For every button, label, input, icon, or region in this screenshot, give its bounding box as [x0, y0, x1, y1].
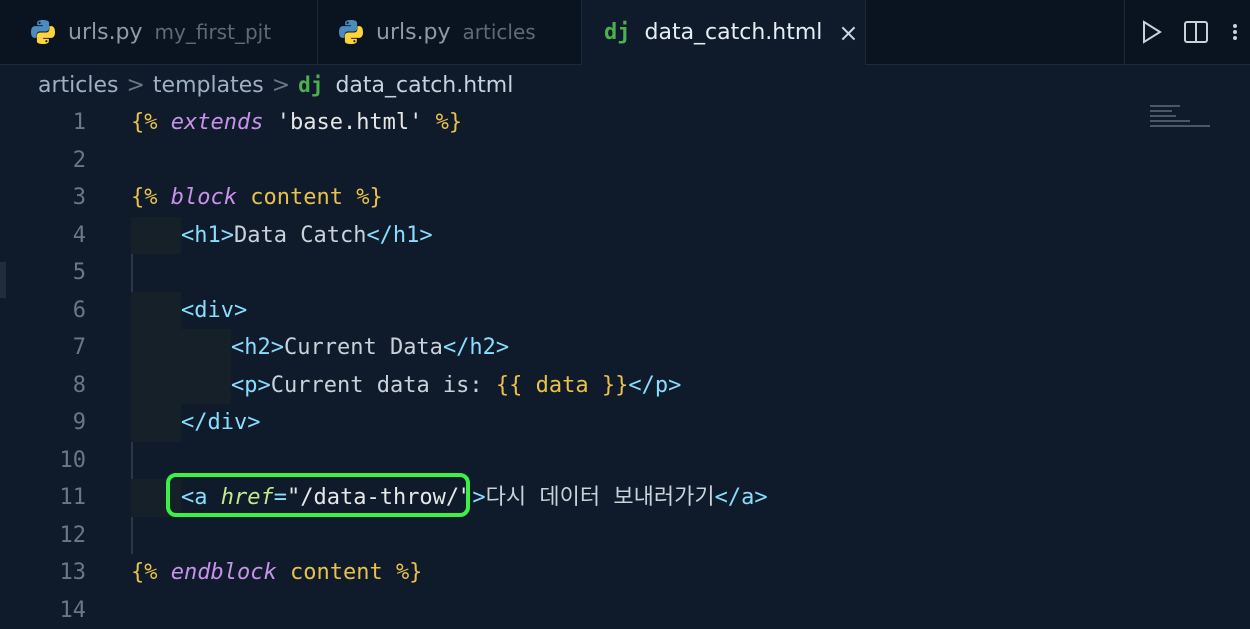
- line-number: 1: [36, 104, 86, 142]
- annotation-highlight-box: [166, 473, 470, 517]
- code-line-8: 8 <p>Current data is: {{ data }}</p>: [0, 367, 1140, 405]
- indent-guide: [131, 442, 133, 480]
- template-keyword: extends: [171, 110, 264, 135]
- code-line-3: 3 {% block content %}: [0, 179, 1140, 217]
- close-icon[interactable]: ×: [838, 19, 858, 47]
- code-line-6: 6 <div>: [0, 292, 1140, 330]
- line-number: 4: [36, 217, 86, 255]
- editor-actions: [1124, 0, 1250, 64]
- html-tag: <h2>: [231, 335, 284, 360]
- indent-guide: [181, 367, 231, 405]
- template-close: %}: [396, 560, 423, 585]
- html-tag: </div>: [181, 410, 260, 435]
- block-name: content: [290, 560, 383, 585]
- block-name: content: [250, 185, 343, 210]
- template-open: {%: [131, 110, 158, 135]
- indent-guide: [131, 254, 133, 292]
- template-open: {%: [131, 185, 158, 210]
- html-tag: </a>: [715, 485, 768, 510]
- tab-urls-py-my-first-pjt[interactable]: urls.py my_first_pjt: [0, 0, 318, 64]
- indent-guide: [131, 517, 133, 555]
- indent-guide: [131, 329, 181, 367]
- code-line-13: 13 {% endblock content %}: [0, 554, 1140, 592]
- tab-filename: urls.py: [68, 20, 143, 45]
- indent-guide: [131, 367, 181, 405]
- tab-urls-py-articles[interactable]: urls.py articles: [318, 0, 582, 64]
- line-number: 6: [36, 292, 86, 330]
- html-tag: </h2>: [443, 335, 509, 360]
- line-number: 8: [36, 367, 86, 405]
- tab-data-catch-html[interactable]: dj data_catch.html ×: [582, 0, 866, 65]
- code-line-5: 5: [0, 254, 1140, 292]
- html-text: Current data is:: [271, 373, 496, 398]
- line-number: 12: [36, 517, 86, 555]
- html-text: 다시 데이터 보내러가기: [486, 485, 715, 510]
- line-number: 10: [36, 442, 86, 480]
- html-tag: <p>: [231, 373, 271, 398]
- line-number: 9: [36, 404, 86, 442]
- minimap[interactable]: [1150, 102, 1220, 142]
- indent-guide: [131, 404, 181, 442]
- line-number: 5: [36, 254, 86, 292]
- indent-guide: [131, 292, 181, 330]
- indent-guide: [181, 329, 231, 367]
- template-keyword: block: [171, 185, 237, 210]
- line-number: 2: [36, 142, 86, 180]
- chevron-right-icon: >: [126, 73, 144, 98]
- code-line-2: 2: [0, 142, 1140, 180]
- template-keyword: endblock: [171, 560, 277, 585]
- html-tag: >: [472, 485, 485, 510]
- tab-folder: my_first_pjt: [155, 20, 272, 44]
- breadcrumb-file[interactable]: data_catch.html: [335, 73, 513, 98]
- indent-guide: [131, 217, 181, 255]
- tab-folder: articles: [463, 20, 536, 44]
- chevron-right-icon: >: [272, 73, 290, 98]
- code-line-1: 1 {% extends 'base.html' %}: [0, 104, 1140, 142]
- tab-filename: data_catch.html: [645, 20, 823, 45]
- python-icon: [30, 19, 56, 45]
- code-editor[interactable]: 1 {% extends 'base.html' %} 2 3 {% block…: [0, 102, 1250, 614]
- code-line-14: 14: [0, 592, 1140, 629]
- django-icon: dj: [604, 20, 631, 45]
- code-line-12: 12: [0, 517, 1140, 555]
- template-string: 'base.html': [277, 110, 423, 135]
- html-tag: </p>: [628, 373, 681, 398]
- more-actions-icon[interactable]: [1229, 20, 1241, 44]
- tab-bar: urls.py my_first_pjt urls.py articles dj…: [0, 0, 1250, 65]
- html-text: Current Data: [284, 335, 443, 360]
- line-number: 11: [36, 479, 86, 517]
- line-number: 3: [36, 179, 86, 217]
- line-number: 13: [36, 554, 86, 592]
- html-tag: <h1>: [181, 223, 234, 248]
- breadcrumb-articles[interactable]: articles: [38, 73, 118, 98]
- code-line-4: 4 <h1>Data Catch</h1>: [0, 217, 1140, 255]
- line-number: 14: [36, 592, 86, 629]
- breadcrumb-templates[interactable]: templates: [153, 73, 264, 98]
- code-line-7: 7 <h2>Current Data</h2>: [0, 329, 1140, 367]
- template-open: {%: [131, 560, 158, 585]
- django-icon: dj: [298, 73, 323, 97]
- html-tag: </h1>: [366, 223, 432, 248]
- breadcrumb: articles > templates > dj data_catch.htm…: [38, 68, 513, 102]
- line-number: 7: [36, 329, 86, 367]
- tab-filename: urls.py: [376, 20, 451, 45]
- split-editor-icon[interactable]: [1183, 20, 1209, 44]
- python-icon: [338, 19, 364, 45]
- template-close: %}: [356, 185, 383, 210]
- code-line-9: 9 </div>: [0, 404, 1140, 442]
- template-variable: {{ data }}: [496, 373, 628, 398]
- html-text: Data Catch: [234, 223, 366, 248]
- html-tag: <div>: [181, 298, 247, 323]
- run-icon[interactable]: [1141, 20, 1163, 44]
- template-close: %}: [436, 110, 463, 135]
